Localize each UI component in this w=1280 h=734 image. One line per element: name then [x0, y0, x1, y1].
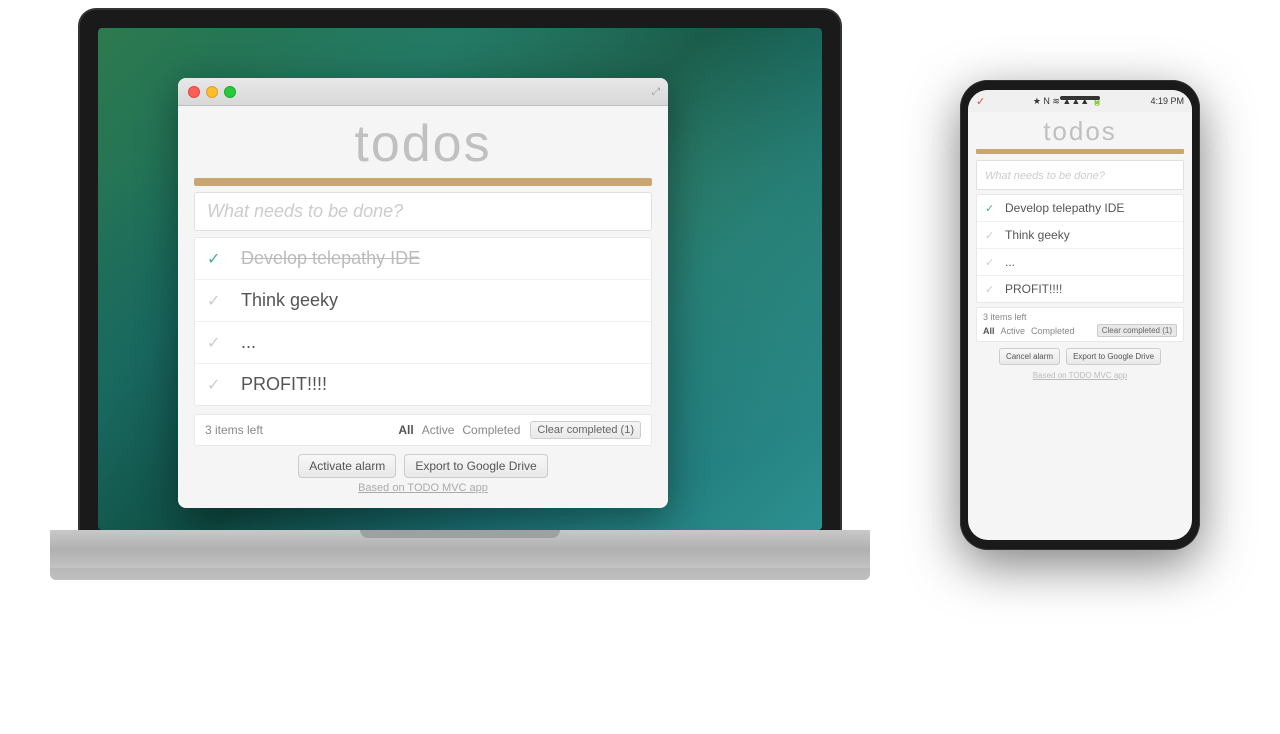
close-button[interactable] — [188, 86, 200, 98]
todo-text-3: ... — [241, 332, 256, 353]
phone-export-button[interactable]: Export to Google Drive — [1066, 348, 1161, 365]
phone-input-row[interactable]: What needs to be done? — [976, 160, 1184, 190]
phone-footer: 3 items left All Active Completed Clear … — [976, 307, 1184, 342]
phone-todo-text-2: Think geeky — [1005, 228, 1070, 242]
laptop-base — [50, 530, 870, 580]
phone-check-icon-3[interactable]: ✓ — [985, 256, 999, 269]
todo-input-placeholder: What needs to be done? — [207, 201, 403, 221]
phone-filter-all[interactable]: All — [983, 326, 995, 336]
phone-statusbar: ✓ ★ N ≋ ▲▲▲ 🔋 4:19 PM — [968, 90, 1192, 112]
laptop-wallpaper: ⤢ todos What needs to be done? ✓ — [98, 28, 822, 530]
phone-progress-bar — [976, 149, 1184, 154]
credit-text: Based on TODO MVC app — [178, 482, 668, 502]
filter-buttons: All Active Completed — [398, 423, 520, 437]
phone-credit: Based on TODO MVC app — [968, 369, 1192, 382]
window-footer: 3 items left All Active Completed Clear … — [194, 414, 652, 446]
todo-list: ✓ Develop telepathy IDE ✓ Think geeky ✓ … — [194, 237, 652, 406]
action-buttons: Activate alarm Export to Google Drive — [178, 454, 668, 478]
filter-active[interactable]: Active — [422, 423, 455, 437]
filter-completed[interactable]: Completed — [462, 423, 520, 437]
phone-time: 4:19 PM — [1150, 96, 1184, 106]
progress-bar — [194, 178, 652, 186]
filter-all[interactable]: All — [398, 423, 413, 437]
phone-todo-item-3[interactable]: ✓ ... — [977, 249, 1183, 276]
traffic-lights — [188, 86, 236, 98]
phone-cancel-alarm-button[interactable]: Cancel alarm — [999, 348, 1060, 365]
laptop-screen-outer: ⤢ todos What needs to be done? ✓ — [80, 10, 840, 530]
check-icon-4[interactable]: ✓ — [207, 375, 231, 395]
phone-check-icon-4[interactable]: ✓ — [985, 283, 999, 296]
todo-text-1: Develop telepathy IDE — [241, 248, 420, 269]
phone-todo-text-1: Develop telepathy IDE — [1005, 201, 1124, 215]
phone-action-buttons: Cancel alarm Export to Google Drive — [976, 348, 1184, 365]
expand-icon[interactable]: ⤢ — [652, 86, 660, 97]
phone-items-left: 3 items left — [983, 312, 1027, 322]
todo-text-4: PROFIT!!!! — [241, 374, 327, 395]
check-icon-3[interactable]: ✓ — [207, 333, 231, 353]
minimize-button[interactable] — [206, 86, 218, 98]
scene: ⤢ todos What needs to be done? ✓ — [0, 0, 1280, 734]
laptop: ⤢ todos What needs to be done? ✓ — [50, 10, 870, 660]
activate-alarm-button[interactable]: Activate alarm — [298, 454, 396, 478]
phone-todo-item-1[interactable]: ✓ Develop telepathy IDE — [977, 195, 1183, 222]
phone-todo-text-4: PROFIT!!!! — [1005, 282, 1062, 296]
todo-text-2: Think geeky — [241, 290, 338, 311]
check-icon-2[interactable]: ✓ — [207, 291, 231, 311]
phone: ✓ ★ N ≋ ▲▲▲ 🔋 4:19 PM todos What needs t… — [960, 80, 1200, 550]
fullscreen-button[interactable] — [224, 86, 236, 98]
phone-filter-completed[interactable]: Completed — [1031, 326, 1075, 336]
todo-item-2[interactable]: ✓ Think geeky — [195, 280, 651, 322]
phone-check-icon-1[interactable]: ✓ — [985, 202, 999, 215]
phone-app-title: todos — [968, 112, 1192, 149]
todo-item-1[interactable]: ✓ Develop telepathy IDE — [195, 238, 651, 280]
credit-link[interactable]: Based on TODO MVC app — [358, 482, 488, 494]
phone-todo-item-4[interactable]: ✓ PROFIT!!!! — [977, 276, 1183, 302]
todo-item-3[interactable]: ✓ ... — [195, 322, 651, 364]
app-title: todos — [178, 106, 668, 178]
phone-todo-item-2[interactable]: ✓ Think geeky — [977, 222, 1183, 249]
phone-screen: ✓ ★ N ≋ ▲▲▲ 🔋 4:19 PM todos What needs t… — [968, 90, 1192, 540]
items-left-label: 3 items left — [205, 423, 388, 437]
phone-todo-text-3: ... — [1005, 255, 1015, 269]
todo-input-row[interactable]: What needs to be done? — [194, 192, 652, 231]
export-button[interactable]: Export to Google Drive — [404, 454, 547, 478]
phone-speaker — [1060, 96, 1100, 100]
phone-clear-completed[interactable]: Clear completed (1) — [1097, 324, 1177, 337]
phone-filter-active[interactable]: Active — [1001, 326, 1026, 336]
phone-footer-top: 3 items left — [983, 312, 1177, 322]
window-titlebar: ⤢ — [178, 78, 668, 106]
phone-check-icon: ✓ — [976, 95, 985, 108]
phone-check-icon-2[interactable]: ✓ — [985, 229, 999, 242]
laptop-app-window: ⤢ todos What needs to be done? ✓ — [178, 78, 668, 508]
clear-completed-button[interactable]: Clear completed (1) — [530, 421, 641, 439]
todo-item-4[interactable]: ✓ PROFIT!!!! — [195, 364, 651, 405]
phone-input-placeholder: What needs to be done? — [985, 170, 1105, 182]
phone-todo-list: ✓ Develop telepathy IDE ✓ Think geeky ✓ … — [976, 194, 1184, 303]
check-icon-1[interactable]: ✓ — [207, 249, 231, 269]
phone-credit-link[interactable]: Based on TODO MVC app — [1033, 371, 1127, 380]
